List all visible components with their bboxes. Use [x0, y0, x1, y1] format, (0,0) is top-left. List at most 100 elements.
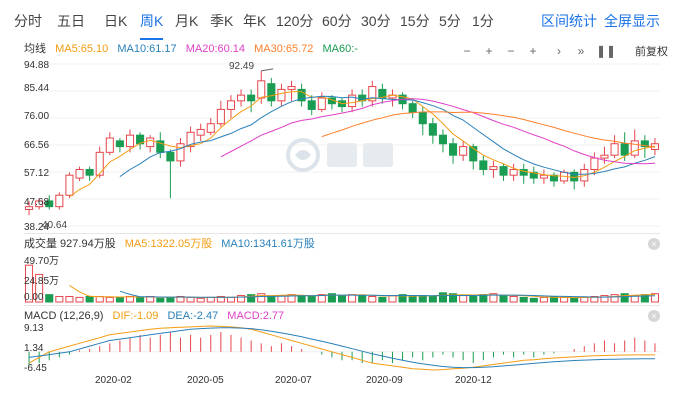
date-tick: 2020-05: [187, 375, 224, 386]
macd-dea: DEA:-2.47: [167, 310, 219, 322]
volume-bar: [267, 295, 276, 303]
candle-body: [479, 160, 488, 170]
price-tick: 57.12: [24, 168, 50, 179]
volume-bar: [65, 295, 74, 303]
volume-ma5: MA5:1322.05万股: [124, 238, 213, 250]
candle-body: [176, 143, 185, 162]
volume-bar: [307, 295, 316, 303]
candle-body: [226, 100, 235, 110]
candle-body: [115, 140, 124, 148]
volume-bar: [378, 296, 387, 303]
volume-bar: [580, 296, 589, 303]
candle-body: [449, 143, 458, 156]
macd-value: MACD:2.77: [227, 310, 285, 322]
candle-body: [65, 174, 74, 196]
macd-close-icon[interactable]: ×: [648, 310, 660, 322]
volume-bar: [610, 294, 619, 303]
candle-body: [600, 154, 609, 159]
volume-bar: [368, 295, 377, 303]
volume-legend: 成交量 927.94万股 MA5:1322.05万股 MA10:1341.61万…: [24, 236, 321, 252]
volume-tick: 24.85万: [24, 276, 60, 287]
candle-body: [146, 137, 155, 148]
candle-body: [166, 151, 175, 162]
candle-body: [610, 143, 619, 156]
candle-body: [206, 123, 215, 133]
volume-bar: [55, 295, 64, 303]
volume-divider: [24, 233, 660, 234]
volume-bar: [115, 296, 124, 303]
macd-legend: MACD (12,26,9) DIF:-1.09 DEA:-2.47 MACD:…: [24, 308, 290, 324]
kline-chart: [24, 63, 660, 371]
volume-bar: [358, 295, 367, 303]
date-tick: 2020-12: [455, 375, 492, 386]
volume-bar: [337, 295, 347, 303]
volume-ma10: MA10:1341.61万股: [221, 238, 315, 250]
candle-body: [630, 140, 639, 156]
date-tick: 2020-02: [95, 375, 132, 386]
date-tick: 2020-09: [366, 375, 403, 386]
volume-bar: [226, 296, 235, 303]
volume-bar: [418, 295, 427, 303]
volume-bar: [166, 296, 175, 303]
volume-bar: [408, 295, 417, 303]
candle-body: [307, 100, 316, 110]
candle-body: [216, 108, 225, 125]
volume-bar: [519, 296, 528, 303]
candle-body: [287, 86, 296, 90]
high-marker-line: [261, 68, 274, 72]
candle-body: [95, 151, 104, 176]
candle-body: [499, 166, 508, 176]
date-tick: 2020-07: [275, 375, 312, 386]
volume-bar: [156, 297, 165, 303]
price-tick: 76.00: [24, 111, 50, 122]
candle-body: [418, 111, 427, 125]
candle-body: [125, 134, 135, 148]
price-tick: 47.68: [24, 197, 50, 208]
volume-bar: [529, 297, 538, 303]
volume-bar: [499, 295, 508, 303]
candle-body: [237, 94, 246, 102]
macd-dif: DIF:-1.09: [112, 310, 159, 322]
volume-bar: [388, 295, 397, 303]
volume-bar: [257, 293, 266, 303]
dif-line: [28, 325, 655, 371]
macd-tick: 1.34: [24, 343, 44, 354]
macd-tick: 9.13: [24, 323, 44, 334]
candle-body: [459, 146, 468, 156]
candle-body: [75, 168, 84, 179]
candle-body: [539, 174, 548, 179]
price-tick: 85.44: [24, 83, 50, 94]
candle-body: [85, 168, 94, 176]
volume-bar: [75, 296, 84, 303]
volume-bar: [186, 296, 195, 303]
candle-body: [257, 80, 266, 99]
volume-bar: [95, 295, 104, 303]
volume-bar: [206, 296, 215, 303]
candle-body: [590, 157, 599, 170]
volume-bar: [196, 297, 205, 303]
candle-body: [277, 88, 286, 102]
price-tick: 66.56: [24, 140, 50, 151]
volume-bar: [469, 295, 478, 303]
volume-bar: [570, 297, 579, 303]
candle-body: [428, 123, 437, 136]
volume-bar: [85, 295, 94, 303]
candle-body: [408, 103, 417, 113]
volume-bar: [348, 294, 357, 303]
volume-bar: [620, 293, 629, 303]
volume-bar: [560, 296, 569, 303]
dea-line: [28, 327, 655, 369]
price-tick: 94.88: [24, 60, 50, 71]
volume-bar: [539, 296, 548, 303]
volume-title: 成交量 927.94万股: [24, 238, 116, 250]
candle-body: [196, 128, 205, 136]
volume-bar: [509, 295, 518, 303]
volume-close-icon[interactable]: ×: [648, 238, 660, 250]
macd-divider: [24, 305, 660, 306]
volume-bar: [297, 295, 306, 303]
candle-body: [247, 94, 256, 102]
macd-title: MACD (12,26,9): [24, 310, 104, 322]
volume-bar: [438, 292, 447, 303]
volume-bar: [45, 294, 54, 303]
candle-body: [267, 83, 276, 102]
